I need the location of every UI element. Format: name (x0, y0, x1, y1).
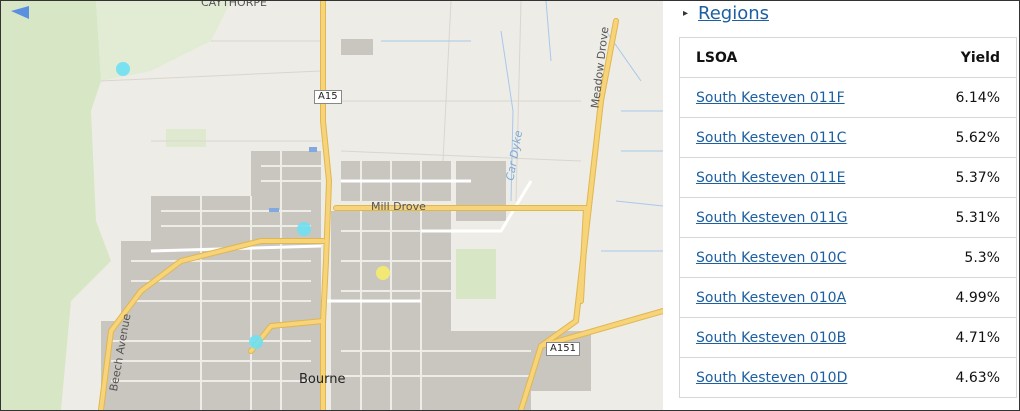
lsoa-link[interactable]: South Kesteven 010D (696, 370, 847, 386)
yield-value: 5.62% (955, 129, 1000, 146)
yield-value: 5.31% (955, 209, 1000, 226)
yield-value: 5.3% (964, 249, 1000, 266)
road-shield-a151: A151 (546, 342, 580, 356)
yield-value: 4.71% (955, 329, 1000, 346)
yield-value: 4.99% (955, 289, 1000, 306)
window-frame: CAYTHORPE Mill Drove Meadow Drove Car Dy… (0, 0, 1020, 411)
map-panel[interactable]: CAYTHORPE Mill Drove Meadow Drove Car Dy… (1, 1, 663, 410)
triangle-right-icon[interactable]: ▸ (683, 8, 688, 19)
yield-value: 4.63% (955, 369, 1000, 386)
map-marker[interactable] (376, 266, 390, 280)
lsoa-link[interactable]: South Kesteven 010C (696, 250, 846, 266)
lsoa-link[interactable]: South Kesteven 011F (696, 90, 845, 106)
table-row: South Kesteven 011F 6.14% (680, 78, 1016, 118)
lsoa-link[interactable]: South Kesteven 010B (696, 330, 846, 346)
yield-value: 6.14% (955, 89, 1000, 106)
woodland-area (1, 1, 111, 410)
map-label-mill-drove: Mill Drove (371, 200, 426, 213)
park-area-3 (166, 129, 206, 147)
map-label-bourne: Bourne (299, 372, 346, 387)
table-row: South Kesteven 010C 5.3% (680, 238, 1016, 278)
table-row: South Kesteven 011E 5.37% (680, 158, 1016, 198)
column-header-yield[interactable]: Yield (961, 50, 1000, 66)
regions-link[interactable]: Regions (698, 3, 769, 24)
yield-value: 5.37% (955, 169, 1000, 186)
park-area (456, 249, 496, 299)
table-row: South Kesteven 010B 4.71% (680, 318, 1016, 358)
table-row: South Kesteven 010D 4.63% (680, 358, 1016, 398)
lsoa-link[interactable]: South Kesteven 010A (696, 290, 846, 306)
lsoa-link[interactable]: South Kesteven 011C (696, 130, 846, 146)
map-label-caythorpe: CAYTHORPE (201, 1, 267, 9)
map-marker[interactable] (116, 62, 130, 76)
road-shield-a15: A15 (314, 90, 342, 104)
regions-toggle[interactable]: ▸ Regions (683, 3, 769, 24)
column-header-lsoa[interactable]: LSOA (696, 50, 737, 66)
map-marker[interactable] (297, 222, 311, 236)
buildings (101, 39, 591, 410)
lsoa-link[interactable]: South Kesteven 011E (696, 170, 845, 186)
map-marker[interactable] (249, 335, 263, 349)
table-row: South Kesteven 010A 4.99% (680, 278, 1016, 318)
pond-2 (269, 208, 279, 212)
pond (309, 147, 317, 152)
table-row: South Kesteven 011C 5.62% (680, 118, 1016, 158)
table-row: South Kesteven 011G 5.31% (680, 198, 1016, 238)
sidebar-panel: ▸ Regions LSOA Yield South Kesteven 011F… (663, 1, 1019, 410)
table-header-row: LSOA Yield (680, 38, 1016, 78)
lsoa-yield-table: LSOA Yield South Kesteven 011F 6.14% Sou… (679, 37, 1017, 398)
lsoa-link[interactable]: South Kesteven 011G (696, 210, 847, 226)
